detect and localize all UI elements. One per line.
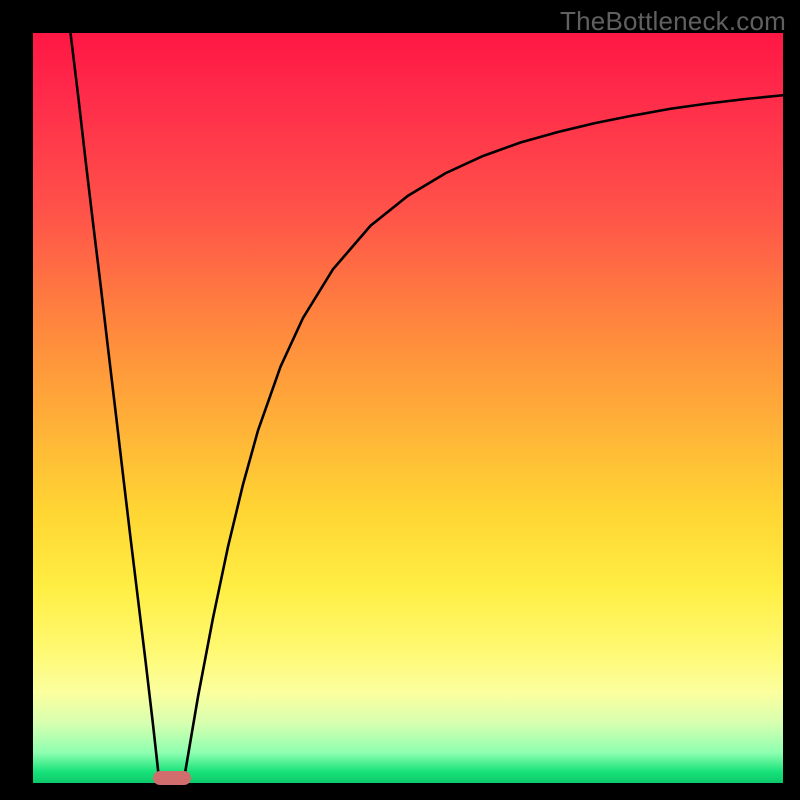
watermark-text: TheBottleneck.com [560,6,786,37]
bottleneck-marker [153,771,191,785]
plot-area [33,33,783,783]
chart-frame: TheBottleneck.com [0,0,800,800]
